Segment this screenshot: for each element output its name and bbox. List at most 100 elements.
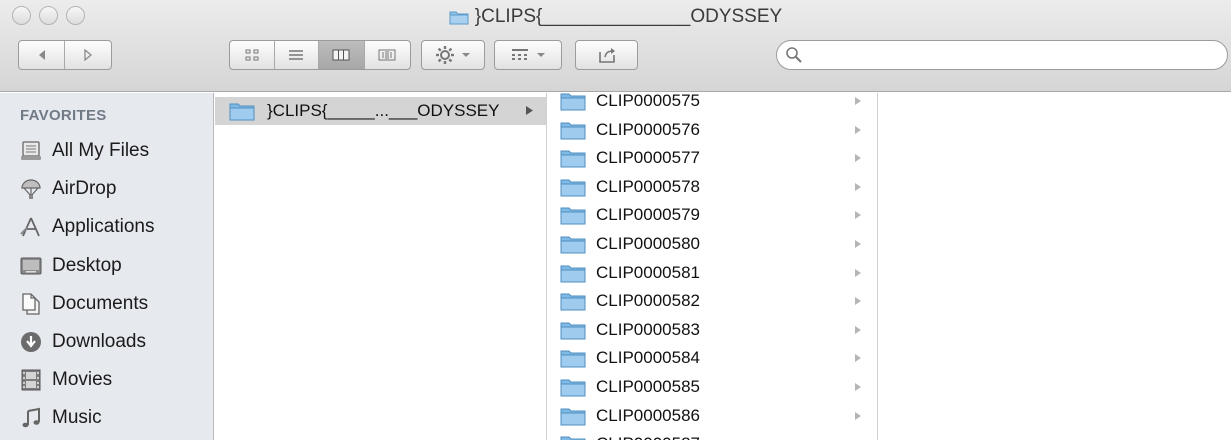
column-item[interactable]: CLIP0000576 <box>548 116 877 144</box>
column-item-name: CLIP0000575 <box>596 93 700 110</box>
back-arrow-icon <box>38 50 45 60</box>
movies-icon <box>21 369 41 391</box>
folder-icon <box>560 236 586 254</box>
sidebar-item-label: Music <box>52 407 102 428</box>
music-icon <box>22 407 40 428</box>
sidebar-item-label: Documents <box>52 293 149 314</box>
sidebar-item-applications[interactable]: Applications <box>20 209 210 245</box>
disclosure-arrow-icon <box>855 240 861 248</box>
column-item-name: CLIP0000582 <box>596 291 700 311</box>
disclosure-arrow-icon <box>855 154 861 163</box>
column-item-name: CLIP0000578 <box>596 176 700 196</box>
column-item[interactable]: CLIP0000579 <box>548 201 877 229</box>
back-button[interactable] <box>19 41 66 69</box>
window-title: }CLIPS{______________ODYSSEY <box>0 6 1231 28</box>
folder-icon <box>560 93 586 111</box>
folder-icon <box>560 179 586 197</box>
icon-view-button[interactable] <box>230 41 275 69</box>
documents-icon <box>22 293 40 315</box>
sidebar-item-label: Movies <box>52 369 113 390</box>
browser-column-1: }CLIPS{_____...___ODYSSEY <box>215 93 547 440</box>
search-input[interactable] <box>809 45 1209 65</box>
disclosure-arrow-icon <box>855 297 861 306</box>
disclosure-arrow-icon <box>855 97 861 105</box>
column-item-name: CLIP0000586 <box>596 405 700 425</box>
column-item[interactable]: CLIP0000578 <box>548 173 877 201</box>
browser-column-3 <box>879 93 1231 440</box>
search-field[interactable] <box>776 40 1228 70</box>
sidebar-item-downloads[interactable]: Downloads <box>20 324 210 360</box>
sidebar: FAVORITES All My Files AirDrop Applicati… <box>0 93 214 440</box>
column-item[interactable]: CLIP0000585 <box>548 373 877 401</box>
browser-column-2: CLIP0000575 CLIP0000576 CLIP0000577 CLIP000… <box>548 93 878 440</box>
column-view-button[interactable] <box>319 41 365 69</box>
folder-icon <box>560 293 586 311</box>
folder-icon <box>449 11 469 25</box>
folder-icon <box>560 350 586 368</box>
window-titlebar: }CLIPS{______________ODYSSEY <box>0 0 1231 92</box>
folder-icon <box>560 408 586 426</box>
sidebar-item-documents[interactable]: Documents <box>20 286 210 322</box>
column-item[interactable]: CLIP0000584 <box>548 344 877 372</box>
folder-icon <box>560 322 586 340</box>
arrange-icon <box>512 49 528 60</box>
column-item[interactable]: CLIP0000581 <box>548 259 877 287</box>
sidebar-item-desktop[interactable]: Desktop <box>20 248 210 284</box>
disclosure-arrow-icon <box>855 211 861 220</box>
coverflow-view-icon <box>378 49 396 61</box>
disclosure-arrow-icon <box>855 182 861 191</box>
desktop-icon <box>20 257 42 275</box>
back-forward-control <box>18 40 112 70</box>
icon-view-icon <box>245 49 259 61</box>
window-title-text: }CLIPS{______________ODYSSEY <box>474 6 783 27</box>
forward-button[interactable] <box>65 41 111 69</box>
folder-icon <box>229 103 255 121</box>
sidebar-item-label: Downloads <box>52 331 146 352</box>
list-view-icon <box>289 50 304 60</box>
search-icon <box>786 47 802 63</box>
folder-icon <box>560 265 586 283</box>
sidebar-item-music[interactable]: Music <box>20 400 210 436</box>
share-button[interactable] <box>575 40 638 70</box>
column-item[interactable]: CLIP0000575 <box>548 93 877 115</box>
column-item-name: CLIP0000576 <box>596 119 700 139</box>
arrange-menu-button[interactable] <box>494 40 562 70</box>
column-item-name: CLIP0000585 <box>596 377 700 396</box>
disclosure-arrow-icon <box>855 411 861 420</box>
sidebar-item-label: Desktop <box>52 255 122 276</box>
column-view-icon <box>332 49 350 61</box>
column-item-selected[interactable]: }CLIPS{_____...___ODYSSEY <box>215 97 546 125</box>
column-item-name: CLIP0000583 <box>596 319 700 339</box>
sidebar-item-all-my-files[interactable]: All My Files <box>20 133 210 169</box>
disclosure-arrow-icon <box>855 383 861 391</box>
column-item-name: CLIP0000579 <box>596 205 700 225</box>
folder-icon <box>560 207 586 225</box>
chevron-down-icon <box>537 53 545 57</box>
column-item[interactable]: CLIP0000587 <box>548 430 877 440</box>
sidebar-item-movies[interactable]: Movies <box>20 362 210 398</box>
gear-icon <box>436 46 454 64</box>
column-item-name: CLIP0000584 <box>596 348 700 368</box>
column-item[interactable]: CLIP0000582 <box>548 287 877 315</box>
airdrop-icon <box>21 179 41 199</box>
list-view-button[interactable] <box>275 41 320 69</box>
share-icon <box>598 48 615 63</box>
action-menu-button[interactable] <box>421 40 485 70</box>
sidebar-item-label: All My Files <box>52 140 150 161</box>
view-mode-control <box>229 40 411 70</box>
column-item[interactable]: CLIP0000586 <box>548 402 877 430</box>
all-files-icon <box>21 141 41 160</box>
sidebar-heading-favorites: FAVORITES <box>20 107 107 124</box>
column-item-name: CLIP0000577 <box>596 148 700 168</box>
coverflow-view-button[interactable] <box>365 41 410 69</box>
chevron-down-icon <box>462 53 470 57</box>
column-item[interactable]: CLIP0000577 <box>548 144 877 172</box>
folder-icon <box>560 379 586 397</box>
column-item-name: }CLIPS{_____...___ODYSSEY <box>267 101 500 120</box>
downloads-icon <box>21 332 41 352</box>
column-item[interactable]: CLIP0000583 <box>548 316 877 344</box>
sidebar-item-airdrop[interactable]: AirDrop <box>20 171 210 207</box>
column-item[interactable]: CLIP0000580 <box>548 230 877 258</box>
disclosure-arrow-icon <box>855 354 861 363</box>
disclosure-arrow-icon <box>855 325 861 334</box>
